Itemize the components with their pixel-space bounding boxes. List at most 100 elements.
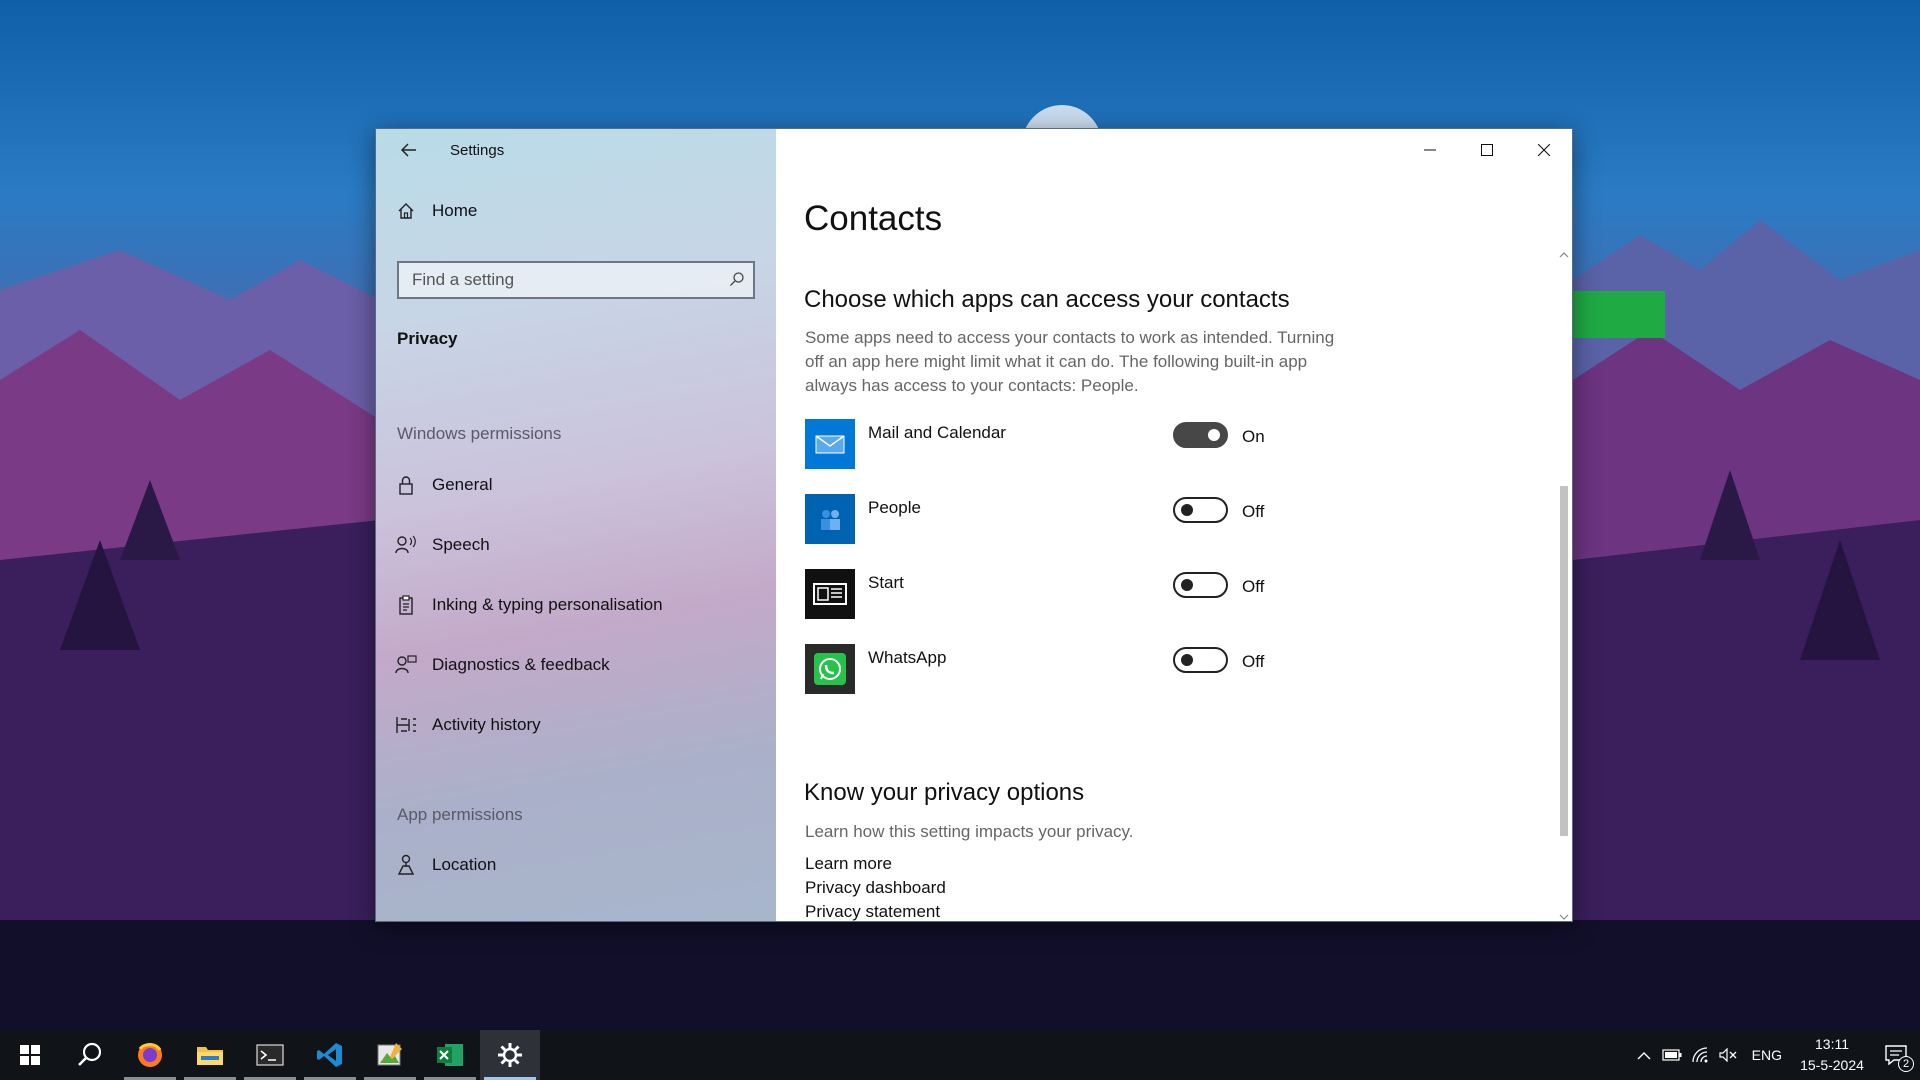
sidebar-item-home[interactable]: Home (394, 199, 477, 223)
excel-icon (437, 1044, 463, 1066)
mail-calendar-toggle[interactable] (1173, 422, 1228, 448)
privacy-options-heading: Know your privacy options (804, 779, 1085, 806)
toggle-state-label: Off (1242, 502, 1265, 521)
toggle-state-label: Off (1242, 652, 1265, 671)
start-button[interactable] (0, 1030, 60, 1080)
app-row-mail-calendar: Mail and Calendar On (805, 419, 1305, 471)
sidebar-item-location[interactable]: Location (394, 853, 496, 877)
settings-content: Contacts Choose which apps can access yo… (776, 129, 1572, 921)
battery-button[interactable] (1658, 1030, 1686, 1080)
section-heading: Choose which apps can access your contac… (804, 286, 1290, 313)
learn-more-link[interactable]: Learn more (805, 854, 892, 874)
app-name: Mail and Calendar (868, 423, 1006, 442)
section-description: Some apps need to access your contacts t… (805, 328, 1335, 395)
clock[interactable]: 13:11 15-5-2024 (1792, 1034, 1872, 1076)
notification-count-badge: 2 (1898, 1056, 1914, 1072)
window-controls (1401, 129, 1572, 171)
feedback-icon (394, 653, 418, 677)
home-label: Home (432, 201, 478, 220)
people-toggle[interactable] (1173, 497, 1228, 523)
speech-icon (394, 533, 418, 557)
vertical-scrollbar[interactable] (1556, 249, 1572, 921)
whatsapp-toggle[interactable] (1173, 647, 1228, 673)
input-language-indicator[interactable]: ENG (1742, 1047, 1792, 1063)
taskbar-firefox[interactable] (120, 1030, 180, 1080)
home-icon (394, 199, 418, 223)
taskbar-terminal[interactable] (240, 1030, 300, 1080)
sidebar-item-label: Diagnostics & feedback (432, 655, 610, 674)
current-section-title: Privacy (397, 329, 458, 348)
maximize-icon (1480, 144, 1493, 156)
taskbar-image-editor[interactable] (360, 1030, 420, 1080)
toggle-knob (1208, 429, 1220, 441)
start-app-icon (805, 569, 855, 619)
activity-icon (394, 713, 418, 737)
wifi-icon (1692, 1047, 1708, 1063)
close-button[interactable] (1515, 129, 1572, 171)
sidebar-item-diagnostics[interactable]: Diagnostics & feedback (394, 653, 610, 677)
volume-button[interactable] (1714, 1030, 1742, 1080)
back-arrow-icon (401, 143, 416, 157)
taskbar-search-button[interactable] (60, 1030, 120, 1080)
show-hidden-icons-button[interactable] (1630, 1030, 1658, 1080)
location-icon (394, 853, 418, 877)
network-button[interactable] (1686, 1030, 1714, 1080)
maximize-button[interactable] (1458, 129, 1515, 171)
toggle-knob (1181, 504, 1193, 516)
image-editor-icon (377, 1043, 402, 1066)
page-title: Contacts (804, 199, 943, 238)
mail-app-icon (805, 419, 855, 469)
sidebar-item-label: General (432, 475, 493, 494)
sidebar-item-label: Speech (432, 535, 490, 554)
sidebar-item-inking-typing[interactable]: Inking & typing personalisation (394, 593, 663, 617)
title-bar: Settings (376, 129, 776, 171)
volume-muted-icon (1719, 1048, 1737, 1062)
group-heading-app-permissions: App permissions (397, 805, 523, 824)
taskbar-excel[interactable] (420, 1030, 480, 1080)
scrollbar-thumb[interactable] (1560, 486, 1568, 836)
settings-icon (498, 1043, 522, 1067)
app-row-people: People Off (805, 494, 1305, 546)
taskbar-vscode[interactable] (300, 1030, 360, 1080)
people-app-icon (805, 494, 855, 544)
sidebar-item-activity-history[interactable]: Activity history (394, 713, 541, 737)
minimize-button[interactable] (1401, 129, 1458, 171)
firefox-icon (138, 1043, 162, 1067)
search-icon (78, 1042, 102, 1066)
lock-icon (394, 473, 418, 497)
minimize-icon (1423, 149, 1436, 151)
back-button[interactable] (394, 135, 424, 165)
vscode-icon (317, 1043, 342, 1067)
scroll-up-icon[interactable] (1559, 251, 1569, 259)
privacy-options-description: Learn how this setting impacts your priv… (805, 822, 1134, 841)
app-row-start: Start Off (805, 569, 1305, 621)
app-name: People (868, 498, 921, 517)
toggle-state-label: On (1242, 427, 1265, 446)
whatsapp-app-icon (805, 644, 855, 694)
app-row-whatsapp: WhatsApp Off (805, 644, 1305, 696)
clock-time: 13:11 (1815, 1036, 1849, 1052)
file-explorer-icon (197, 1047, 223, 1065)
close-icon (1537, 144, 1550, 156)
toggle-knob (1181, 579, 1193, 591)
taskbar-settings[interactable] (480, 1030, 540, 1080)
search-icon[interactable] (729, 271, 745, 292)
group-heading-windows-permissions: Windows permissions (397, 424, 562, 443)
action-center-button[interactable]: 2 (1872, 1030, 1920, 1080)
battery-icon (1662, 1049, 1682, 1061)
start-toggle[interactable] (1173, 572, 1228, 598)
windows-logo-icon (20, 1045, 40, 1065)
toggle-knob (1181, 654, 1193, 666)
privacy-dashboard-link[interactable]: Privacy dashboard (805, 878, 946, 898)
sidebar-item-speech[interactable]: Speech (394, 533, 490, 557)
clock-date: 15-5-2024 (1800, 1057, 1864, 1073)
settings-sidebar: Settings Home Privacy Windows permission… (376, 129, 776, 921)
sidebar-item-general[interactable]: General (394, 473, 492, 497)
taskbar-file-explorer[interactable] (180, 1030, 240, 1080)
scroll-down-icon[interactable] (1559, 913, 1569, 921)
toggle-state-label: Off (1242, 577, 1265, 596)
search-input[interactable] (412, 270, 712, 290)
search-field[interactable] (397, 261, 755, 299)
privacy-statement-link[interactable]: Privacy statement (805, 902, 940, 921)
system-tray: ENG 13:11 15-5-2024 2 (1630, 1030, 1920, 1080)
